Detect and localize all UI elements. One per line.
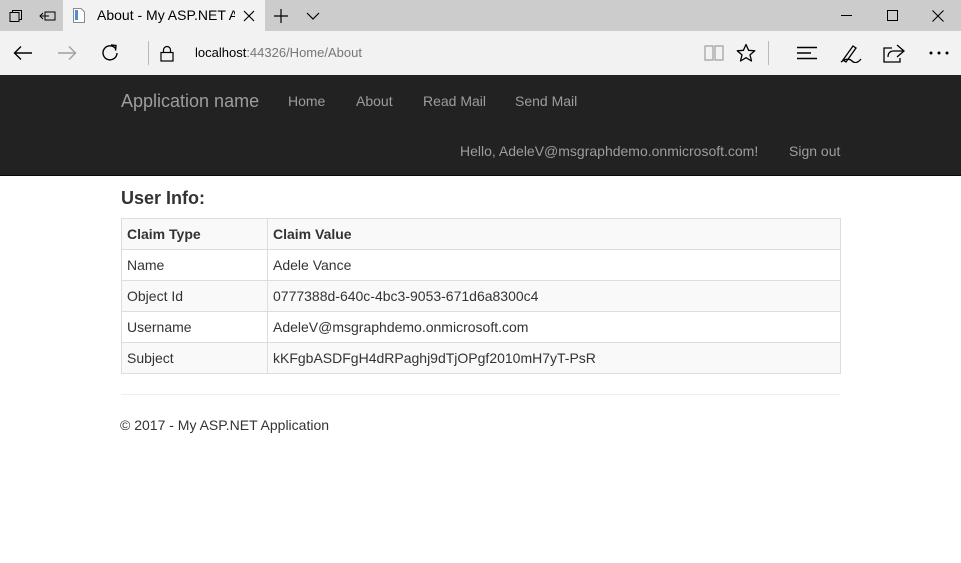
footer-divider <box>121 394 840 395</box>
column-header-claim-value: Claim Value <box>267 218 841 250</box>
back-arrow-icon[interactable] <box>8 38 38 68</box>
brand-link[interactable]: Application name <box>121 91 259 112</box>
claim-value-cell: Adele Vance <box>267 249 841 281</box>
refresh-icon[interactable] <box>95 38 125 68</box>
maximize-window-icon[interactable] <box>869 0 915 31</box>
site-navbar: Application name Home About Read Mail Se… <box>0 75 961 176</box>
reading-view-icon[interactable] <box>699 38 729 68</box>
claim-type-cell: Name <box>121 249 268 281</box>
set-tabs-aside-icon[interactable] <box>38 6 58 26</box>
table-row: Subject kKFgbASDFgH4dRPaghj9dTjOPgf2010m… <box>121 342 841 374</box>
new-tab-icon[interactable] <box>271 6 291 26</box>
forward-arrow-icon[interactable] <box>52 38 82 68</box>
web-note-pen-icon[interactable] <box>836 38 866 68</box>
claim-value-cell: 0777388d-640c-4bc3-9053-671d6a8300c4 <box>267 280 841 312</box>
active-tab[interactable]: About - My ASP.NET Ap <box>63 0 265 31</box>
page-favicon-icon <box>73 8 85 23</box>
lock-icon[interactable] <box>152 38 182 68</box>
footer-copyright: © 2017 - My ASP.NET Application <box>120 417 330 433</box>
close-window-icon[interactable] <box>915 0 961 31</box>
claim-type-cell: Subject <box>121 342 268 374</box>
more-options-icon[interactable] <box>924 38 954 68</box>
tab-manager-icon[interactable] <box>6 6 26 26</box>
claims-table: Claim Type Claim Value Name Adele Vance … <box>121 218 841 374</box>
table-row: Object Id 0777388d-640c-4bc3-9053-671d6a… <box>121 280 841 312</box>
hub-icon[interactable] <box>792 38 822 68</box>
close-tab-icon[interactable] <box>239 6 259 26</box>
toolbar-separator <box>768 41 769 65</box>
nav-link-read-mail[interactable]: Read Mail <box>423 93 486 109</box>
table-header-row: Claim Type Claim Value <box>121 218 841 250</box>
tab-preview-chevron-icon[interactable] <box>303 6 323 26</box>
url-path: :44326/Home/About <box>246 45 362 60</box>
browser-tab-strip: About - My ASP.NET Ap <box>0 0 961 31</box>
page-heading: User Info: <box>121 188 206 208</box>
claim-value-cell: kKFgbASDFgH4dRPaghj9dTjOPgf2010mH7yT-PsR <box>267 342 841 374</box>
share-icon[interactable] <box>879 38 909 68</box>
url-host: localhost <box>195 45 247 60</box>
tab-title: About - My ASP.NET Ap <box>97 7 235 23</box>
claim-type-cell: Username <box>121 311 268 343</box>
table-row: Name Adele Vance <box>121 249 841 281</box>
favorite-star-icon[interactable] <box>731 38 761 68</box>
nav-link-send-mail[interactable]: Send Mail <box>515 93 577 109</box>
column-header-claim-type: Claim Type <box>121 218 268 250</box>
table-row: Username AdeleV@msgraphdemo.onmicrosoft.… <box>121 311 841 343</box>
claim-value-cell: AdeleV@msgraphdemo.onmicrosoft.com <box>267 311 841 343</box>
sign-out-link[interactable]: Sign out <box>789 143 840 159</box>
user-greeting[interactable]: Hello, AdeleV@msgraphdemo.onmicrosoft.co… <box>460 143 758 159</box>
url-field[interactable]: localhost:44326/Home/About <box>195 45 362 60</box>
claim-type-cell: Object Id <box>121 280 268 312</box>
browser-address-bar: localhost:44326/Home/About <box>0 31 961 75</box>
nav-link-home[interactable]: Home <box>288 93 325 109</box>
minimize-window-icon[interactable] <box>823 0 869 31</box>
nav-link-about[interactable]: About <box>356 93 393 109</box>
address-separator <box>148 41 149 65</box>
